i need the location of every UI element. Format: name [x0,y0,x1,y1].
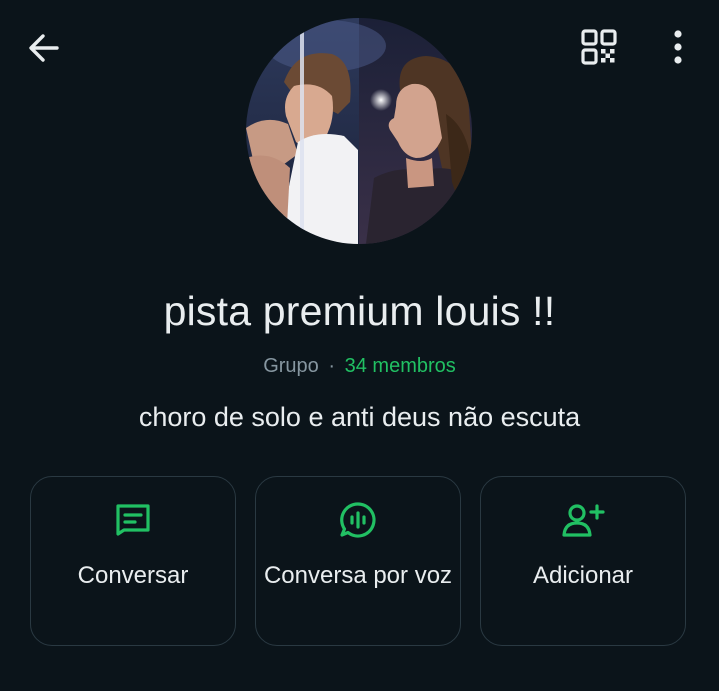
chat-button[interactable]: Conversar [30,476,236,646]
group-type-label: Grupo [263,355,319,377]
action-buttons: Conversar Conversa por voz Adicionar [30,476,690,648]
voice-chat-button-label: Conversa por voz [263,562,453,589]
more-vertical-icon [672,29,684,70]
arrow-left-icon [27,31,61,70]
group-avatar[interactable] [246,18,472,244]
back-button[interactable] [22,28,66,72]
more-options-button[interactable] [656,26,700,72]
add-member-button[interactable]: Adicionar [480,476,686,646]
voice-chat-icon [339,501,377,544]
group-meta: Grupo · 34 membros [0,355,719,378]
voice-chat-button[interactable]: Conversa por voz [255,476,461,646]
qr-code-button[interactable] [576,26,622,72]
qr-code-icon [581,28,617,70]
meta-separator: · [328,355,336,377]
add-member-button-label: Adicionar [532,562,634,589]
members-count-link[interactable]: 34 membros [345,355,456,377]
group-name: pista premium louis !! [163,288,556,334]
group-description: choro de solo e anti deus não escuta [138,402,581,432]
add-person-icon [561,502,605,543]
message-icon [114,503,152,542]
chat-button-label: Conversar [77,562,189,589]
